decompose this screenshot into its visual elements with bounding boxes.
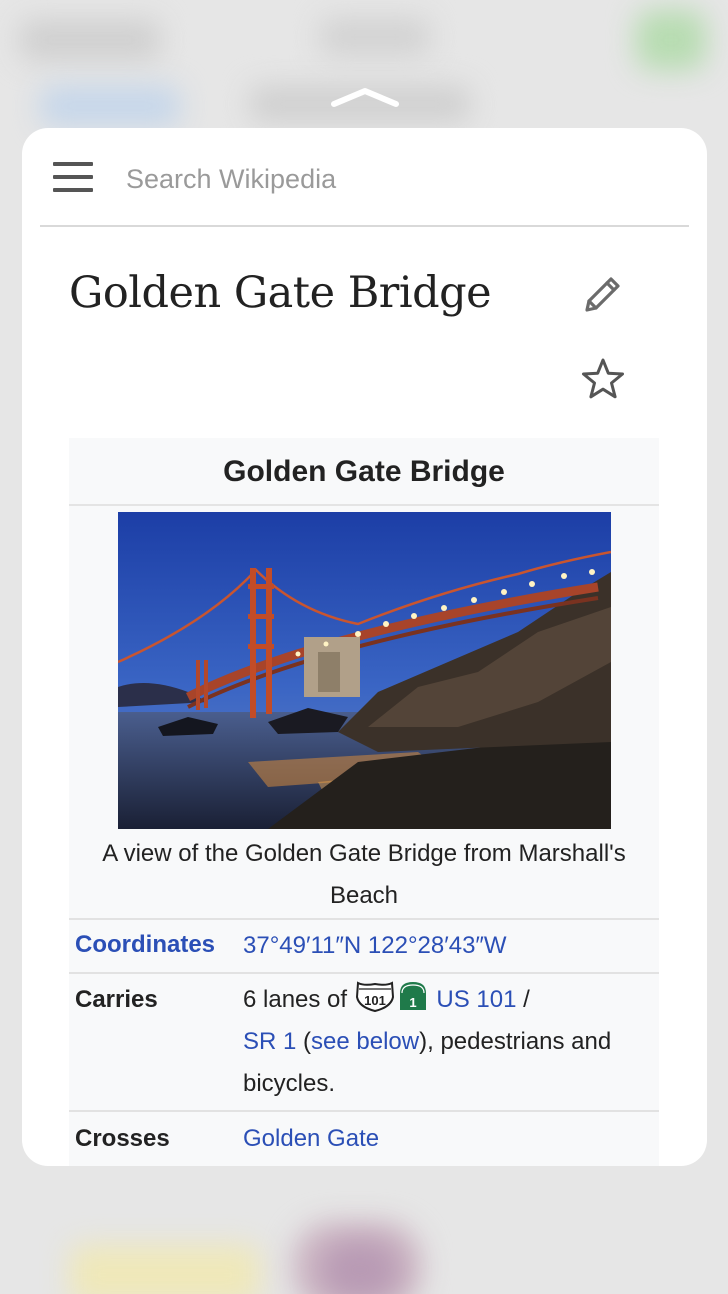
see-below-link[interactable]: see below xyxy=(311,1028,419,1055)
bg-blur-6 xyxy=(70,1245,260,1294)
crosses-label: Crosses xyxy=(75,1125,170,1152)
us101-link[interactable]: US 101 xyxy=(436,986,516,1013)
infobox-row-crosses: Crosses Golden Gate xyxy=(69,1110,659,1166)
pencil-icon[interactable] xyxy=(578,271,626,319)
svg-text:1: 1 xyxy=(409,995,416,1010)
coordinates-link[interactable]: 37°49′11″N 122°28′43″W xyxy=(243,925,653,967)
infobox: Golden Gate Bridge A view of the Golden … xyxy=(69,438,659,1166)
bg-blur-4 xyxy=(40,86,180,126)
bg-blur-2 xyxy=(320,18,430,56)
carries-label: Carries xyxy=(75,986,158,1013)
carries-value: 6 lanes of 101 1 US 101 / SR 1 (see belo… xyxy=(243,979,653,1105)
sr1-link[interactable]: SR 1 xyxy=(243,1028,296,1055)
hamburger-menu-icon[interactable] xyxy=(53,162,95,194)
us-highway-shield-icon: 101 xyxy=(355,981,394,1013)
carries-prefix: 6 lanes of xyxy=(243,986,354,1013)
bridge-photo[interactable] xyxy=(118,512,611,829)
chevron-up-icon[interactable] xyxy=(330,86,400,110)
peek-preview-card[interactable]: Golden Gate Bridge Golden Gate Bridge xyxy=(22,128,707,1166)
infobox-title: Golden Gate Bridge xyxy=(69,438,659,506)
carries-paren-open: ( xyxy=(296,1028,312,1055)
bg-blur-3 xyxy=(636,10,706,70)
infobox-row-coordinates: Coordinates 37°49′11″N 122°28′43″W xyxy=(69,918,659,972)
svg-text:101: 101 xyxy=(364,993,386,1008)
bg-blur-8 xyxy=(320,1240,400,1294)
page-title: Golden Gate Bridge xyxy=(69,268,492,318)
star-icon[interactable] xyxy=(579,355,627,403)
image-caption: A view of the Golden Gate Bridge from Ma… xyxy=(102,840,626,909)
bg-blur-1 xyxy=(20,20,160,60)
search-input[interactable] xyxy=(124,156,648,202)
coordinates-label[interactable]: Coordinates xyxy=(75,931,215,959)
infobox-row-carries: Carries 6 lanes of 101 1 US 101 / SR 1 (… xyxy=(69,972,659,1110)
header-divider xyxy=(40,225,689,227)
california-route-shield-icon: 1 xyxy=(399,982,426,1010)
crosses-link[interactable]: Golden Gate xyxy=(243,1118,653,1160)
carries-slash: / xyxy=(516,986,530,1013)
search-header xyxy=(22,128,707,225)
